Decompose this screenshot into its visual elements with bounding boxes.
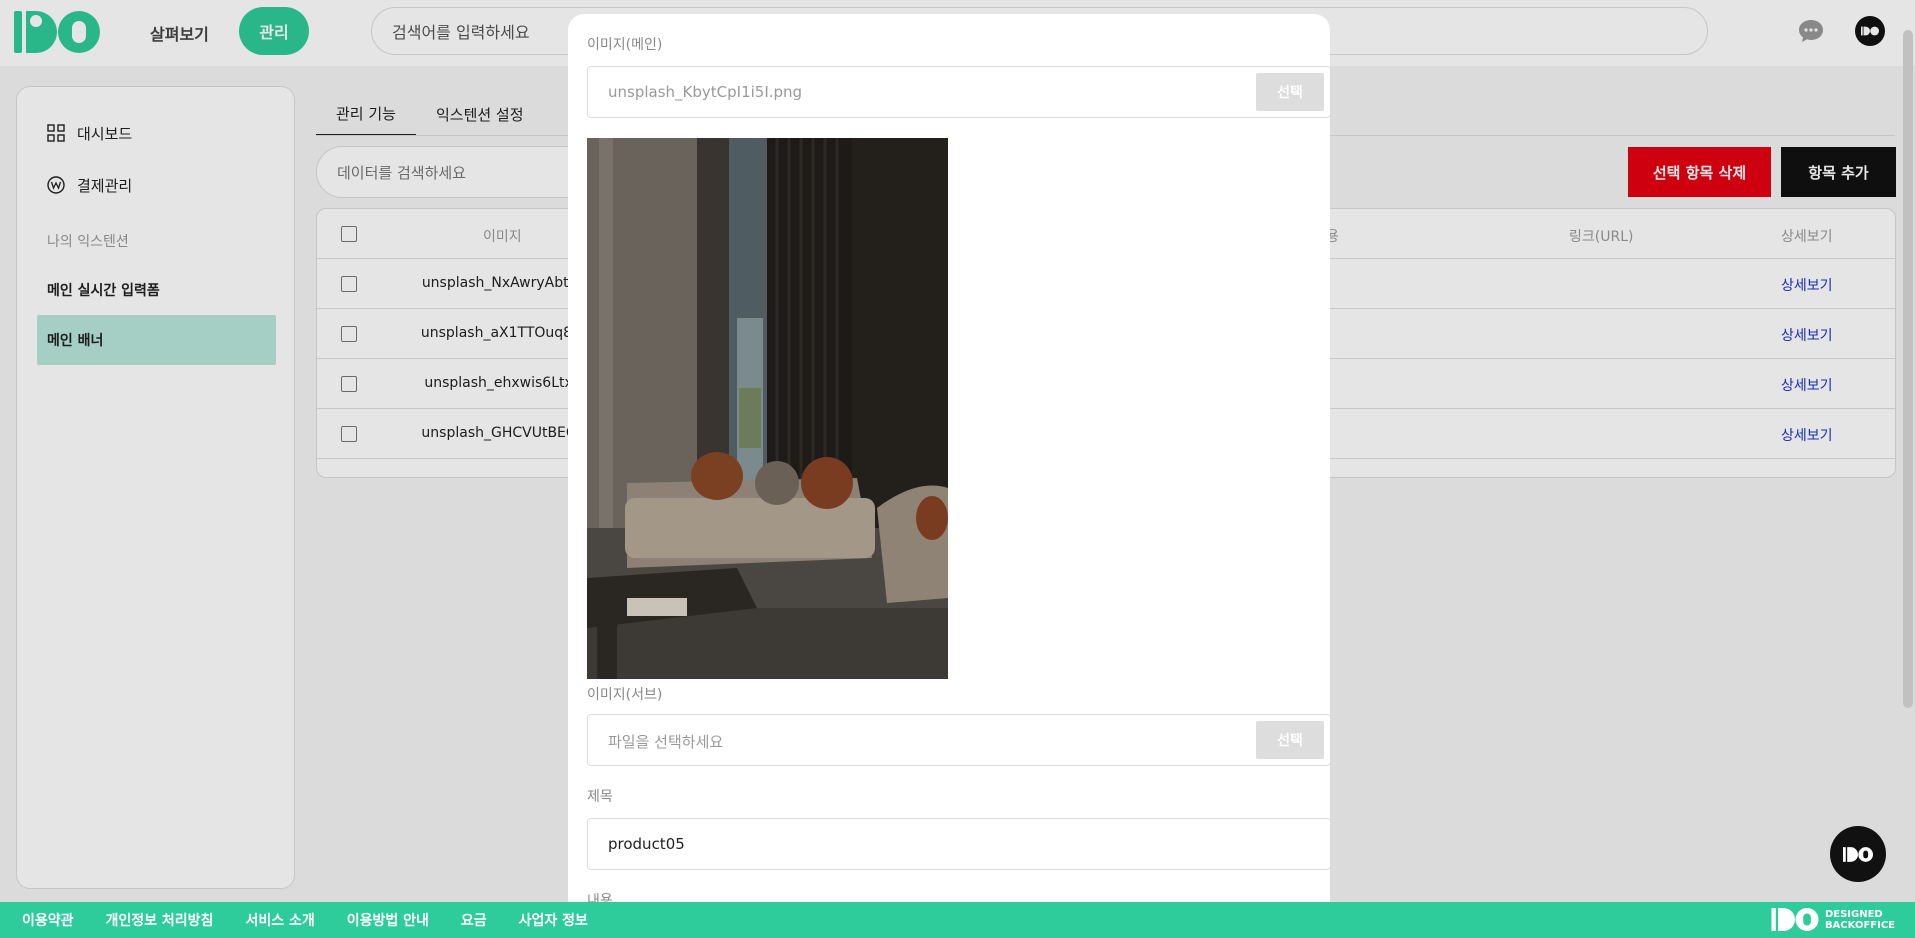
main-image-file-field[interactable]: unsplash_KbytCpI1i5I.png 선택 [587,66,1330,118]
title-label: 제목 [587,789,613,805]
sub-image-file-field[interactable]: 파일을 선택하세요 선택 [587,714,1330,766]
edit-item-modal: 이미지(메인) unsplash_KbytCpI1i5I.png 선택 이미지(… [568,14,1330,902]
footer-privacy-link[interactable]: 개인정보 처리방침 [106,910,214,930]
footer-logo-line2: BACKOFFICE [1824,919,1895,931]
footer-logo: DESIGNED BACKOFFICE [1771,908,1895,931]
footer-logo-icon [1771,908,1819,931]
main-image-label: 이미지(메인) [587,37,663,53]
main-image-select-button[interactable]: 선택 [1256,73,1324,111]
sub-image-placeholder: 파일을 선택하세요 [608,733,724,751]
sub-image-label: 이미지(서브) [587,687,663,703]
main-image-preview [587,138,948,679]
footer-pricing-link[interactable]: 요금 [461,910,487,930]
footer: 이용약관 개인정보 처리방침 서비스 소개 이용방법 안내 요금 사업자 정보 … [0,902,1915,938]
title-input-value: product05 [608,835,685,853]
footer-terms-link[interactable]: 이용약관 [22,910,74,930]
main-image-filename: unsplash_KbytCpI1i5I.png [608,83,803,101]
page-scrollbar[interactable] [1903,30,1913,708]
footer-guide-link[interactable]: 이용방법 안내 [347,910,429,930]
sub-image-select-button[interactable]: 선택 [1256,721,1324,759]
fab-logo-icon [1843,846,1873,862]
footer-logo-line1: DESIGNED [1824,908,1883,920]
footer-service-link[interactable]: 서비스 소개 [245,910,314,930]
footer-business-link[interactable]: 사업자 정보 [519,910,588,930]
title-input[interactable]: product05 [587,818,1330,870]
content-label: 내용 [587,893,613,902]
floating-help-button[interactable] [1830,826,1886,882]
